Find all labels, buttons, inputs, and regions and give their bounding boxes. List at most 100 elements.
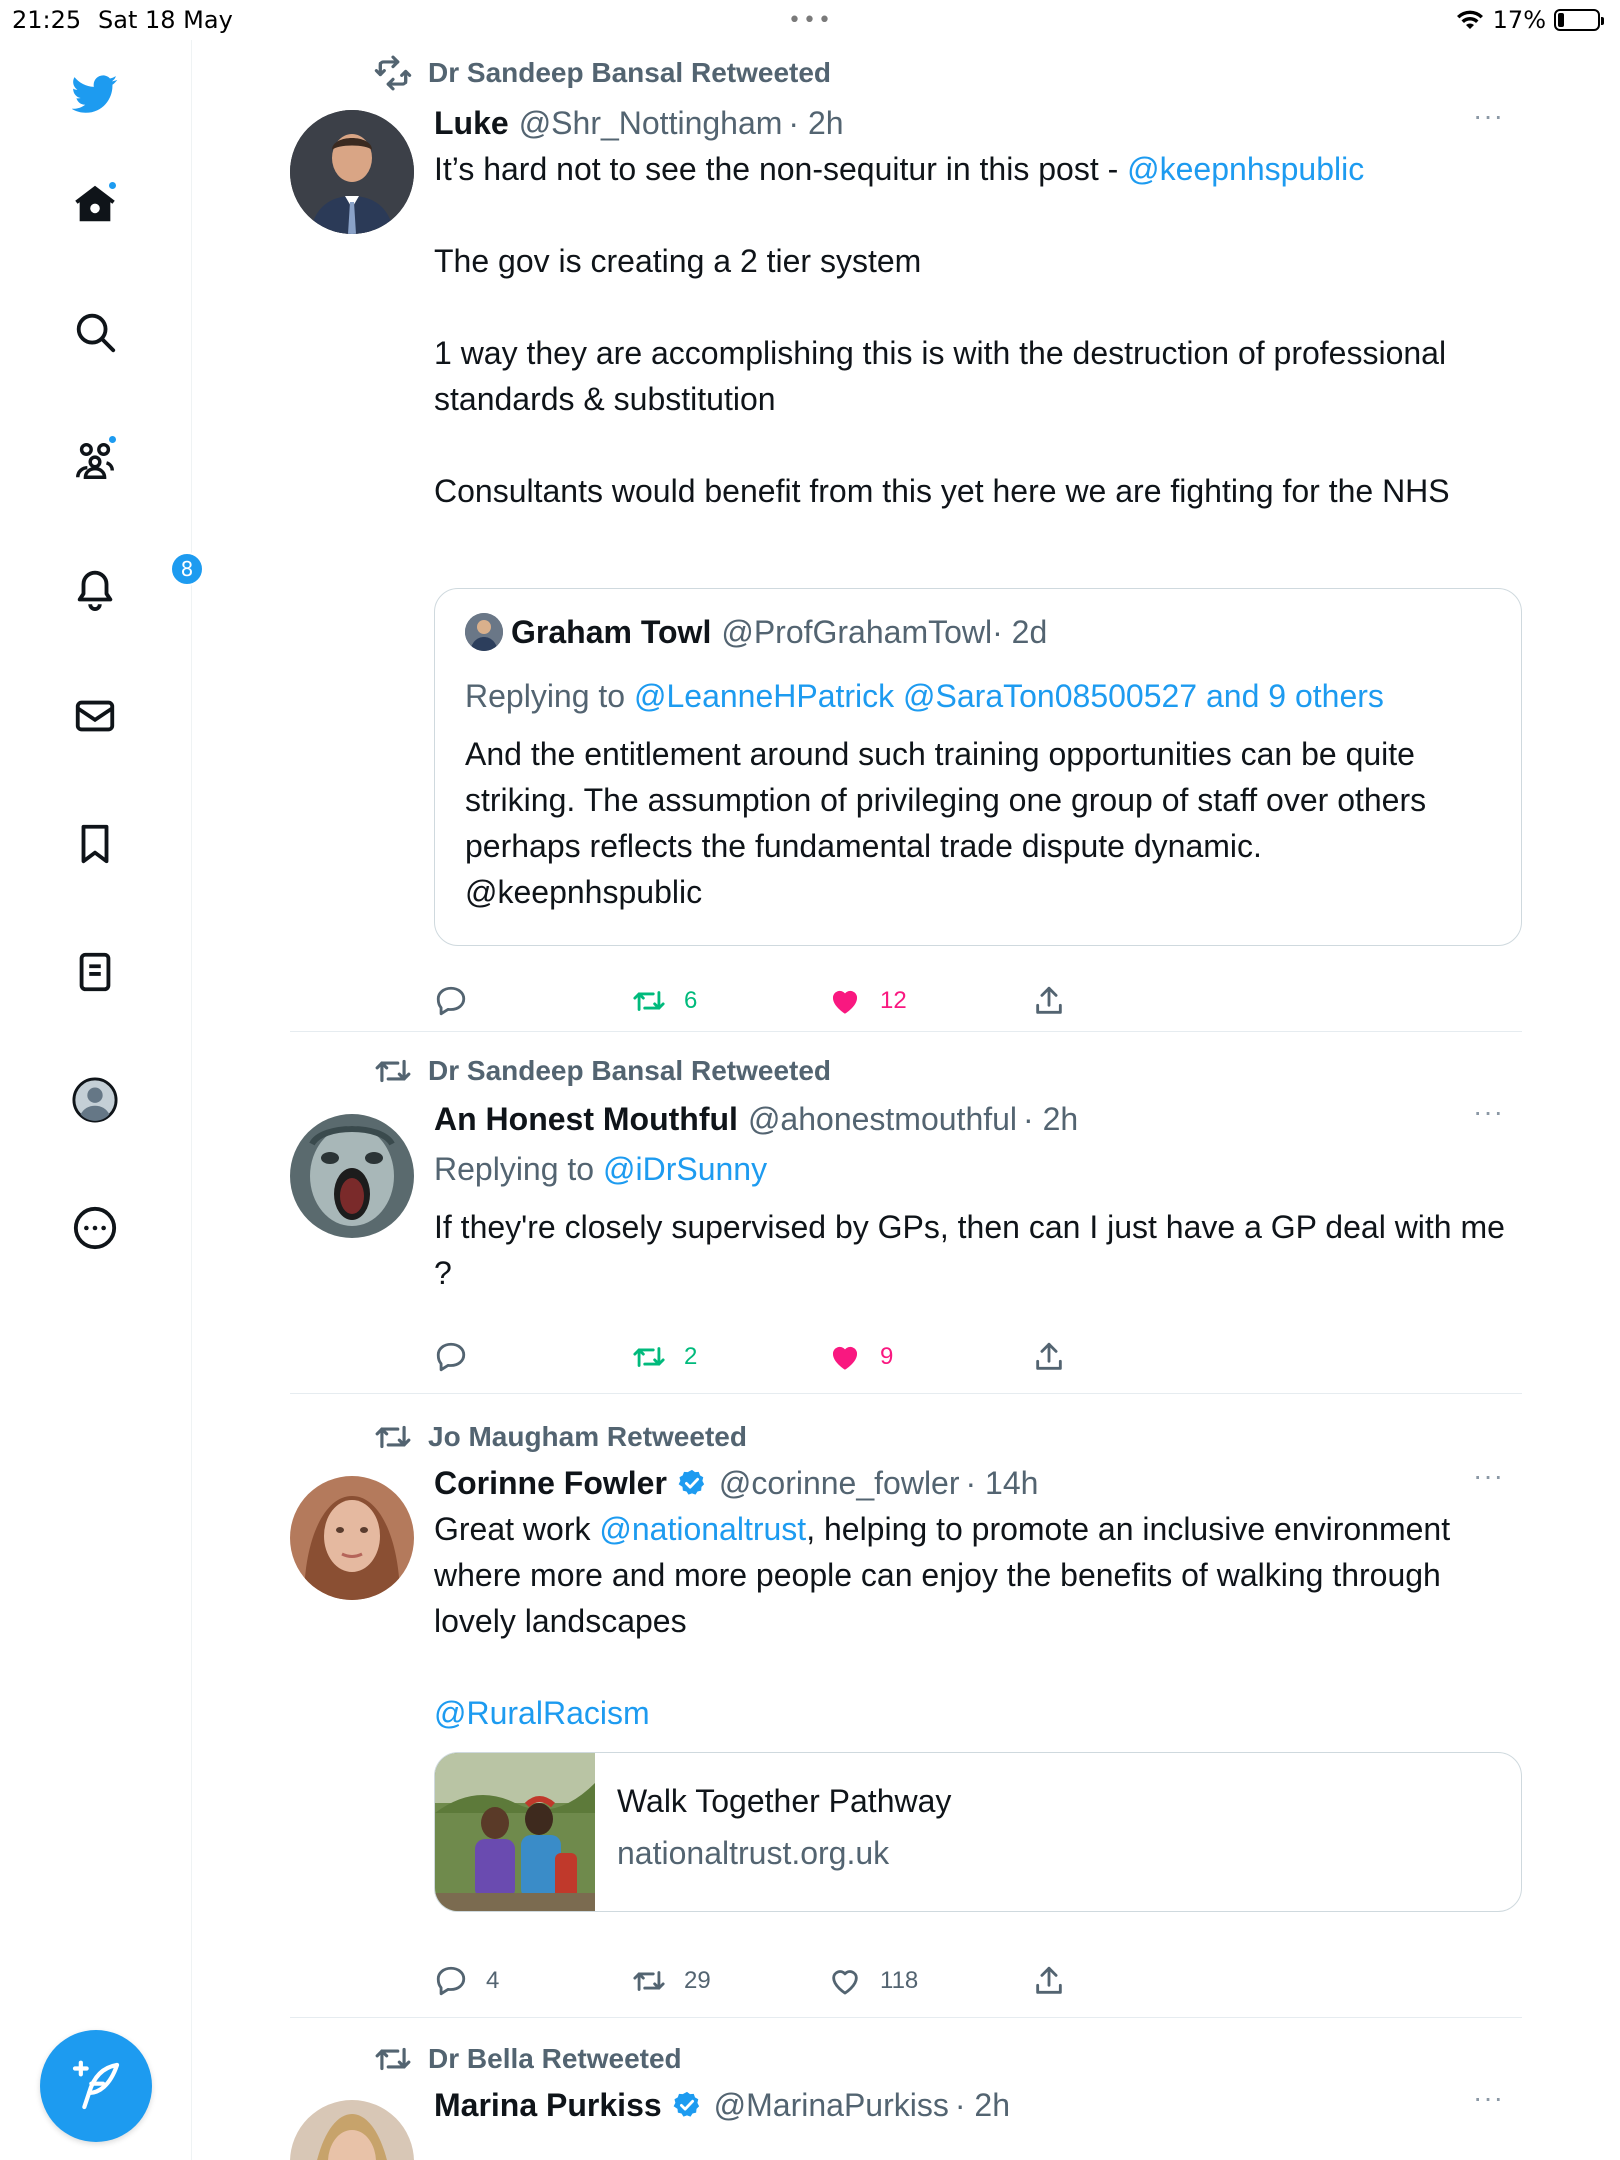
reply-mentions-link[interactable]: @LeanneHPatrick @SaraTon08500527 and 9 o… bbox=[634, 678, 1384, 714]
communities-unread-dot bbox=[107, 434, 118, 445]
tweet-header: Corinne Fowler @corinne_fowler · 14h ··· bbox=[434, 1460, 1522, 1506]
author-handle[interactable]: @ahonestmouthful bbox=[748, 1101, 1017, 1138]
quoted-tweet-text: And the entitlement around such training… bbox=[465, 736, 1427, 910]
retweet-icon bbox=[375, 2047, 411, 2071]
tweet-text: Great work @nationaltrust, helping to pr… bbox=[434, 1506, 1522, 1736]
retweeted-by[interactable]: Dr Bella Retweeted bbox=[428, 2043, 682, 2075]
reply-icon bbox=[436, 986, 466, 1016]
mention-link[interactable]: @nationaltrust bbox=[599, 1511, 806, 1547]
tweet[interactable]: Dr Sandeep Bansal Retweeted An Honest Mo… bbox=[290, 1032, 1522, 1394]
reply-button[interactable] bbox=[434, 984, 486, 1018]
author-name[interactable]: Corinne Fowler bbox=[434, 1465, 667, 1502]
tweet-actions: 2 9 bbox=[434, 1340, 1134, 1380]
author-handle[interactable]: @corinne_fowler bbox=[719, 1465, 960, 1502]
author-name[interactable]: Luke bbox=[434, 105, 509, 142]
tweet-header: Luke @Shr_Nottingham · 2h ··· bbox=[434, 100, 1522, 146]
tweet[interactable]: Dr Bella Retweeted Marina Purkiss @Marin… bbox=[290, 2018, 1522, 2160]
author-name[interactable]: Marina Purkiss bbox=[434, 2087, 662, 2124]
retweeted-by[interactable]: Dr Sandeep Bansal Retweeted bbox=[428, 57, 831, 89]
retweet-button[interactable]: 29 bbox=[632, 1964, 711, 1998]
multitask-dots-icon[interactable]: ••• bbox=[788, 8, 833, 33]
share-button[interactable] bbox=[1032, 984, 1066, 1018]
reply-icon bbox=[436, 1342, 466, 1372]
tweet[interactable]: Jo Maugham Retweeted Corinne Fowler @cor… bbox=[290, 1394, 1522, 2018]
heart-filled-icon bbox=[832, 990, 858, 1014]
mention-link[interactable]: @keepnhspublic bbox=[1127, 151, 1364, 187]
tweet-time[interactable]: · 2h bbox=[955, 2087, 1010, 2124]
date: Sat 18 May bbox=[98, 6, 233, 34]
mention-link[interactable]: @RuralRacism bbox=[434, 1695, 650, 1731]
battery-percent: 17% bbox=[1492, 6, 1546, 34]
avatar[interactable] bbox=[290, 2100, 414, 2160]
tweet-text-paragraph: Consultants would benefit from this yet … bbox=[434, 473, 1450, 509]
feather-plus-icon bbox=[72, 2060, 120, 2110]
bookmark-icon[interactable] bbox=[67, 816, 123, 872]
retweet-count: 2 bbox=[684, 1343, 698, 1370]
reply-icon bbox=[436, 1966, 466, 1996]
home-unread-dot bbox=[107, 180, 118, 191]
more-options-icon[interactable]: ··· bbox=[1473, 1096, 1504, 1128]
reply-button[interactable] bbox=[434, 1340, 486, 1374]
retweet-context: Dr Bella Retweeted bbox=[374, 2040, 682, 2078]
like-button[interactable]: 12 bbox=[828, 984, 907, 1018]
list-icon[interactable] bbox=[67, 944, 123, 1000]
quoted-avatar bbox=[465, 613, 503, 651]
card-title: Walk Together Pathway bbox=[617, 1783, 952, 1819]
tweet[interactable]: Dr Sandeep Bansal Retweeted Luke @Shr_No… bbox=[290, 40, 1522, 1032]
quoted-tweet[interactable]: Graham Towl @ProfGrahamTowl · 2d Replyin… bbox=[434, 588, 1522, 946]
bell-icon[interactable]: 8 bbox=[67, 552, 204, 616]
timeline: Dr Sandeep Bansal Retweeted Luke @Shr_No… bbox=[290, 40, 1522, 2160]
share-button[interactable] bbox=[1032, 1964, 1066, 1998]
reply-mention-link[interactable]: @iDrSunny bbox=[603, 1151, 767, 1187]
more-options-icon[interactable]: ··· bbox=[1473, 1460, 1504, 1492]
retweet-icon bbox=[633, 991, 665, 1011]
notification-badge: 8 bbox=[170, 552, 204, 586]
retweeted-by[interactable]: Jo Maugham Retweeted bbox=[428, 1421, 747, 1453]
replying-to: Replying to @iDrSunny bbox=[434, 1146, 1522, 1192]
author-name[interactable]: An Honest Mouthful bbox=[434, 1101, 738, 1138]
retweet-icon bbox=[633, 1971, 665, 1991]
tweet-text-paragraph: 1 way they are accomplishing this is wit… bbox=[434, 335, 1447, 417]
replying-label: Replying to bbox=[465, 678, 634, 714]
link-card[interactable]: Walk Together Pathway nationaltrust.org.… bbox=[434, 1752, 1522, 1912]
verified-badge-icon bbox=[672, 2090, 702, 2120]
reply-button[interactable]: 4 bbox=[434, 1964, 499, 1998]
profile-icon[interactable] bbox=[67, 1072, 123, 1128]
tweet-header: Marina Purkiss @MarinaPurkiss · 2h ··· bbox=[434, 2082, 1522, 2128]
tweet-actions: 4 29 118 bbox=[434, 1964, 1134, 2004]
like-button[interactable]: 118 bbox=[828, 1964, 918, 1998]
quoted-author-handle: @ProfGrahamTowl bbox=[721, 613, 993, 650]
share-button[interactable] bbox=[1032, 1340, 1066, 1374]
tweet-time[interactable]: · 2h bbox=[788, 105, 843, 142]
more-circle-icon[interactable] bbox=[67, 1200, 123, 1256]
more-options-icon[interactable]: ··· bbox=[1473, 100, 1504, 132]
retweet-button[interactable]: 6 bbox=[632, 984, 697, 1018]
twitter-bird-icon[interactable] bbox=[67, 66, 123, 122]
tweet-actions: 6 12 bbox=[434, 984, 1134, 1024]
mail-icon[interactable] bbox=[67, 688, 123, 744]
retweeted-by[interactable]: Dr Sandeep Bansal Retweeted bbox=[428, 1055, 831, 1087]
search-icon[interactable] bbox=[67, 304, 123, 360]
retweet-context: Dr Sandeep Bansal Retweeted bbox=[374, 1052, 831, 1090]
communities-icon[interactable] bbox=[67, 432, 123, 488]
tweet-text: If they're closely supervised by GPs, th… bbox=[434, 1209, 1505, 1291]
author-handle[interactable]: @MarinaPurkiss bbox=[714, 2087, 949, 2124]
avatar[interactable] bbox=[290, 110, 414, 234]
tweet-text-segment: Great work bbox=[434, 1511, 600, 1547]
wifi-icon bbox=[1456, 10, 1483, 29]
avatar[interactable] bbox=[290, 1114, 414, 1238]
quoted-author-name: Graham Towl bbox=[511, 613, 712, 650]
tweet-header: An Honest Mouthful @ahonestmouthful · 2h… bbox=[434, 1096, 1522, 1142]
quoted-tweet-header: Graham Towl @ProfGrahamTowl · 2d bbox=[465, 613, 1047, 651]
avatar[interactable] bbox=[290, 1476, 414, 1600]
tweet-time[interactable]: · 14h bbox=[966, 1465, 1039, 1502]
battery-icon bbox=[1554, 9, 1604, 31]
tweet-time[interactable]: · 2h bbox=[1023, 1101, 1078, 1138]
compose-tweet-button[interactable] bbox=[40, 2030, 152, 2142]
retweet-icon bbox=[375, 1425, 411, 1449]
retweet-button[interactable]: 2 bbox=[632, 1340, 697, 1374]
author-handle[interactable]: @Shr_Nottingham bbox=[519, 105, 783, 142]
home-icon[interactable] bbox=[67, 176, 123, 232]
more-options-icon[interactable]: ··· bbox=[1473, 2082, 1504, 2114]
like-button[interactable]: 9 bbox=[828, 1340, 893, 1374]
